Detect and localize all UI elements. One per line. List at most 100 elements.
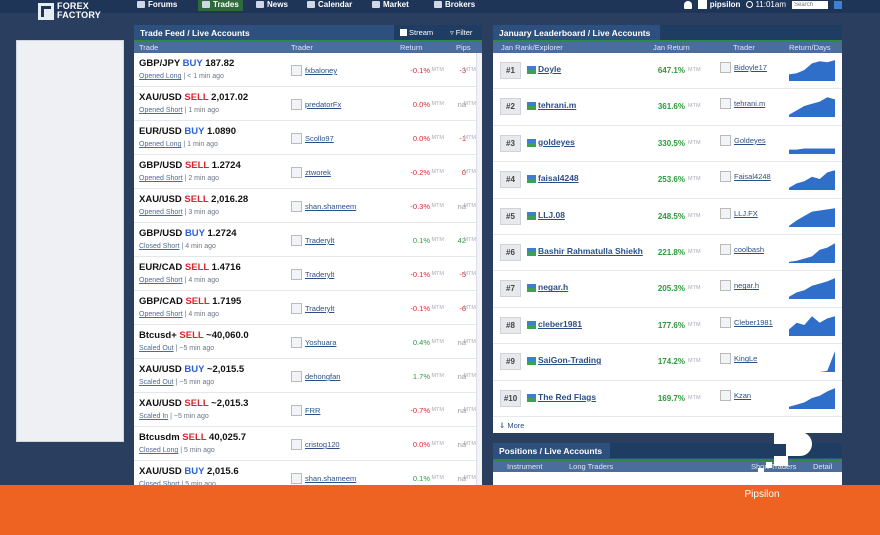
leaderboard-row[interactable]: #5 LLJ.08 248.5% MTM LLJ.FX — [493, 199, 842, 235]
nav-tab-market[interactable]: Market — [372, 0, 409, 11]
trader-link[interactable]: Scollo97 — [291, 133, 334, 144]
notifications-bell-icon[interactable] — [683, 0, 692, 9]
col-jan-rank[interactable]: Jan Rank/Explorer — [501, 43, 563, 52]
trade-title[interactable]: GBP/CAD SELL 1.7195 — [139, 296, 241, 307]
leaderboard-row[interactable]: #7 negar.h 205.3% MTM negar.h — [493, 271, 842, 308]
trade-title[interactable]: EUR/USD BUY 1.0890 — [139, 126, 236, 137]
trade-feed-row[interactable]: EUR/USD BUY 1.0890 Opened Long | 1 min ag… — [134, 121, 482, 155]
nav-tab-brokers[interactable]: Brokers — [434, 0, 475, 11]
search-input[interactable] — [792, 0, 828, 9]
col-instrument[interactable]: Instrument — [507, 462, 542, 471]
trade-feed-row[interactable]: XAU/USD BUY ~2,015.5 Scaled Out | ~5 min … — [134, 359, 482, 393]
trader-link[interactable]: shan.shameem — [291, 201, 356, 212]
col-return[interactable]: Return — [400, 43, 423, 52]
nav-tab-forums[interactable]: Forums — [137, 0, 177, 11]
col-lb-trader[interactable]: Trader — [733, 43, 755, 52]
leader-trader-link[interactable]: negar.h — [734, 281, 759, 290]
trader-link[interactable]: dehongfan — [291, 371, 340, 382]
forex-factory-logo[interactable]: FOREX FACTORY — [38, 0, 102, 22]
clock-display[interactable]: 11:01am — [746, 0, 786, 9]
leader-trader-link[interactable]: Faisal4248 — [734, 172, 771, 181]
leaderboard-row[interactable]: #9 SaiGon-Trading 174.2% MTM KingLe — [493, 344, 842, 381]
trade-title[interactable]: GBP/USD SELL 1.2724 — [139, 160, 241, 171]
trade-title[interactable]: XAU/USD BUY ~2,015.5 — [139, 364, 244, 375]
leader-trader-link[interactable]: LLJ.FX — [734, 209, 758, 218]
leader-trader-link[interactable]: tehrani.m — [734, 99, 765, 108]
trade-action-link[interactable]: Scaled In — [139, 413, 168, 420]
explorer-name-link[interactable]: Bashir Rahmatulla Shiekh — [538, 246, 644, 256]
trader-link[interactable]: shan.shameem — [291, 473, 356, 484]
explorer-name-link[interactable]: SaiGon-Trading — [538, 355, 644, 365]
trade-action-link[interactable]: Closed Short — [139, 243, 179, 250]
nav-tab-calendar[interactable]: Calendar — [307, 0, 352, 11]
trade-title[interactable]: XAU/USD SELL 2,016.28 — [139, 194, 248, 205]
explorer-name-link[interactable]: The Red Flags — [538, 392, 644, 402]
trade-feed-scrollbar[interactable] — [476, 53, 482, 485]
trade-title[interactable]: Btcusd+ SELL ~40,060.0 — [139, 330, 249, 341]
trader-link[interactable]: cristog120 — [291, 439, 340, 450]
leaderboard-row[interactable]: #6 Bashir Rahmatulla Shiekh 221.8% MTM coolb… — [493, 235, 842, 272]
leader-trader-link[interactable]: Bidoyle17 — [734, 63, 767, 72]
leaderboard-row[interactable]: #10 The Red Flags 169.7% MTM Kzan — [493, 381, 842, 417]
trade-feed-row[interactable]: GBP/CAD SELL 1.7195 Opened Short | 4 min … — [134, 291, 482, 325]
col-jan-return[interactable]: Jan Return — [653, 43, 690, 52]
nav-tab-trades[interactable]: Trades — [198, 0, 243, 11]
trade-action-link[interactable]: Opened Long — [139, 141, 181, 148]
trade-action-link[interactable]: Opened Short — [139, 107, 183, 114]
stream-toggle[interactable]: Stream — [400, 28, 433, 37]
explorer-name-link[interactable]: goldeyes — [538, 137, 644, 147]
trade-feed-row[interactable]: Btcusd+ SELL ~40,060.0 Scaled Out | ~5 mi… — [134, 325, 482, 359]
trade-feed-row[interactable]: XAU/USD SELL 2,016.28 Opened Short | 3 mi… — [134, 189, 482, 223]
trader-link[interactable]: FRR — [291, 405, 320, 416]
leader-trader-link[interactable]: Goldeyes — [734, 136, 766, 145]
explorer-name-link[interactable]: negar.h — [538, 282, 644, 292]
stream-checkbox[interactable] — [400, 29, 407, 36]
trade-feed-row[interactable]: XAU/USD SELL 2,017.02 Opened Short | 1 mi… — [134, 87, 482, 121]
trade-action-link[interactable]: Opened Short — [139, 175, 183, 182]
leader-trader-link[interactable]: Kzan — [734, 391, 751, 400]
trade-title[interactable]: EUR/CAD SELL 1.4716 — [139, 262, 241, 273]
explorer-name-link[interactable]: LLJ.08 — [538, 210, 644, 220]
col-trader[interactable]: Trader — [291, 43, 313, 52]
leaderboard-row[interactable]: #1 Doyle 647.1% MTM Bidoyle17 — [493, 53, 842, 90]
trade-title[interactable]: XAU/USD SELL ~2,015.3 — [139, 398, 248, 409]
trade-feed-row[interactable]: GBP/USD SELL 1.2724 Opened Short | 2 min … — [134, 155, 482, 189]
trade-action-link[interactable]: Closed Long — [139, 447, 178, 454]
trader-link[interactable]: Traderylt — [291, 303, 334, 314]
trade-action-link[interactable]: Opened Long — [139, 73, 181, 80]
trader-link[interactable]: Traderylt — [291, 235, 334, 246]
trade-title[interactable]: GBP/USD BUY 1.2724 — [139, 228, 237, 239]
trade-action-link[interactable]: Scaled Out — [139, 379, 174, 386]
trader-link[interactable]: ztworek — [291, 167, 331, 178]
col-trade[interactable]: Trade — [139, 43, 158, 52]
filter-button[interactable]: ▿ Filter — [450, 28, 472, 37]
leaderboard-row[interactable]: #3 goldeyes 330.5% MTM Goldeyes — [493, 126, 842, 163]
leader-trader-link[interactable]: Cleber1981 — [734, 318, 773, 327]
explorer-name-link[interactable]: Doyle — [538, 64, 644, 74]
trade-title[interactable]: XAU/USD BUY 2,015.6 — [139, 466, 239, 477]
trade-feed-row[interactable]: GBP/JPY BUY 187.82 Opened Long | < 1 min … — [134, 53, 482, 87]
leader-trader-link[interactable]: KingLe — [734, 354, 757, 363]
explorer-name-link[interactable]: cleber1981 — [538, 319, 644, 329]
explorer-name-link[interactable]: faisal4248 — [538, 173, 644, 183]
col-return-days[interactable]: Return/Days — [789, 43, 831, 52]
trade-feed-row[interactable]: EUR/CAD SELL 1.4716 Opened Short | 4 min … — [134, 257, 482, 291]
col-pips[interactable]: Pips — [456, 43, 471, 52]
col-long-traders[interactable]: Long Traders — [569, 462, 613, 471]
trader-link[interactable]: Yoshuara — [291, 337, 336, 348]
leader-trader-link[interactable]: coolbash — [734, 245, 764, 254]
more-link[interactable]: ⇓ More — [499, 421, 524, 430]
trade-title[interactable]: GBP/JPY BUY 187.82 — [139, 58, 234, 69]
trade-feed-row[interactable]: Btcusdm SELL 40,025.7 Closed Long | 5 min… — [134, 427, 482, 461]
trade-title[interactable]: Btcusdm SELL 40,025.7 — [139, 432, 246, 443]
trader-link[interactable]: fxbaloney — [291, 65, 337, 76]
trader-link[interactable]: Traderylt — [291, 269, 334, 280]
trade-title[interactable]: XAU/USD SELL 2,017.02 — [139, 92, 248, 103]
leaderboard-row[interactable]: #4 faisal4248 253.6% MTM Faisal4248 — [493, 162, 842, 199]
leaderboard-row[interactable]: #2 tehrani.m 361.6% MTM tehrani.m — [493, 89, 842, 126]
trade-action-link[interactable]: Scaled Out — [139, 345, 174, 352]
trade-action-link[interactable]: Opened Short — [139, 311, 183, 318]
leaderboard-row[interactable]: #8 cleber1981 177.6% MTM Cleber1981 — [493, 308, 842, 345]
trade-feed-row[interactable]: GBP/USD BUY 1.2724 Closed Short | 4 min a… — [134, 223, 482, 257]
trade-action-link[interactable]: Opened Short — [139, 277, 183, 284]
